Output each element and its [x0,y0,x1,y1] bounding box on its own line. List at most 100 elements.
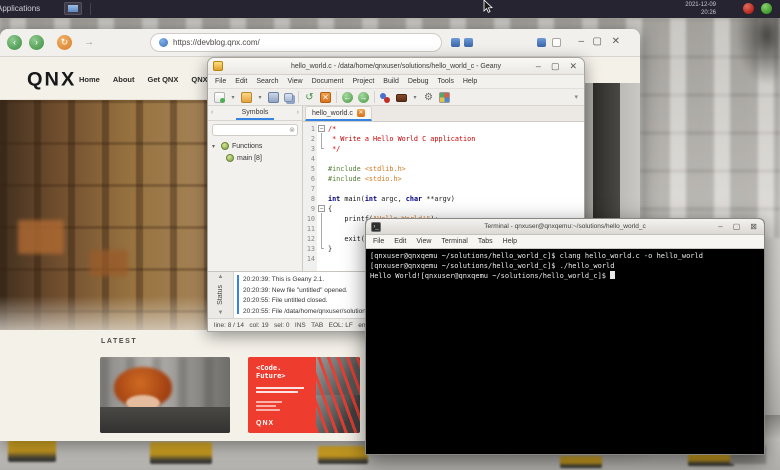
browser-forward-button[interactable]: › [29,35,44,50]
nav-forward-icon[interactable]: → [358,91,369,103]
new-file-icon[interactable] [214,91,225,103]
code-line: int main(int argc, char **argv) [328,195,455,203]
menu-tools[interactable]: Tools [438,78,454,85]
terminal-close-button[interactable]: ⊠ [750,222,757,231]
build-icon[interactable] [396,94,407,102]
color-chooser-icon[interactable] [439,91,450,103]
editor-tab-hello-world[interactable]: hello_world.c ✕ [305,106,372,121]
code-line: * Write a Hello World C application [328,135,476,143]
open-file-icon[interactable] [241,91,252,103]
code-line: #include <stdio.h> [328,175,402,183]
terminal-titlebar[interactable]: ›_ Terminal - qnxuser@qnxqemu:~/solution… [366,219,764,235]
browser-home-icon[interactable]: → [84,37,94,49]
menu-help[interactable]: Help [463,78,477,85]
menu-search[interactable]: Search [256,78,278,85]
tree-item-main[interactable]: main [8] [208,152,302,164]
browser-minimize-button[interactable]: – [578,35,584,49]
nav-about[interactable]: About [113,75,135,84]
browser-maximize-button[interactable]: ▢ [593,35,602,49]
toolbar-overflow-icon[interactable]: ▾ [574,93,578,101]
geany-titlebar[interactable]: hello_world.c - /data/home/qnxuser/solut… [208,58,584,75]
browser-address-bar[interactable]: https://devblog.qnx.com/ [150,33,442,52]
browser-back-button[interactable]: ‹ [7,35,22,50]
qnx-logo[interactable]: QNX [27,70,76,92]
geany-title: hello_world.c - /data/home/qnxuser/solut… [290,62,502,70]
fold-toggle-icon[interactable]: − [318,205,325,212]
power-icon[interactable] [761,3,772,14]
nav-get-qnx[interactable]: Get QNX [148,75,179,84]
clock[interactable]: 2021-12-09 20:26 [685,1,716,17]
url-text[interactable]: https://devblog.qnx.com/ [173,38,260,47]
site-favicon-icon [159,38,168,47]
tmenu-edit[interactable]: Edit [394,238,406,245]
browser-toolbar[interactable]: ‹ › ↻ → https://devblog.qnx.com/ – ▢ ✕ [0,29,640,57]
panel-scroll-up-icon[interactable]: ▲ [218,274,224,280]
terminal-menubar: File Edit View Terminal Tabs Help [366,235,764,249]
wallpaper-machine [318,446,368,464]
symbols-tree: ▾ Functions main [8] [208,138,302,164]
geany-minimize-button[interactable]: – [536,61,541,71]
panel-scroll-down-icon[interactable]: ▼ [218,310,224,316]
extensions-icon[interactable] [537,38,546,47]
menu-debug[interactable]: Debug [408,78,429,85]
tmenu-file[interactable]: File [373,238,384,245]
fold-toggle-icon[interactable]: − [318,125,325,132]
new-file-dropdown[interactable]: ▾ [230,94,236,101]
tmenu-tabs[interactable]: Tabs [478,238,493,245]
sidebar-tab-scroll-left-icon[interactable]: ‹ [211,109,213,116]
revert-icon[interactable]: ↺ [304,92,315,103]
compile-icon[interactable] [380,92,391,103]
terminal-title: Terminal - qnxuser@qnxqemu:~/solutions/h… [484,223,646,230]
geany-sidebar: ‹ Symbols › ⊗ ▾ Functions main [8] [208,106,303,271]
window-list-icon[interactable] [64,2,82,15]
browser-close-button[interactable]: ✕ [612,35,620,49]
browser-menu-icon[interactable] [552,38,561,47]
code-line: */ [328,145,341,153]
geany-app-icon [213,61,223,71]
tmenu-terminal[interactable]: Terminal [441,238,467,245]
close-file-icon[interactable]: ✕ [320,91,331,103]
geany-close-button[interactable]: ✕ [569,61,577,72]
applications-menu[interactable]: Applications [0,4,40,13]
terminal-maximize-button[interactable]: ▢ [733,222,741,231]
save-icon[interactable] [268,91,279,103]
execute-icon[interactable]: ⚙ [423,92,434,103]
open-file-dropdown[interactable]: ▾ [257,94,263,101]
tmenu-view[interactable]: View [416,238,431,245]
geany-menubar: File Edit Search View Document Project B… [208,75,584,88]
menu-edit[interactable]: Edit [235,78,247,85]
nav-home[interactable]: Home [79,75,100,84]
sidebar-tab-symbols[interactable]: Symbols [235,106,275,120]
nav-back-icon[interactable]: ← [342,91,353,103]
terminal-output[interactable]: [qnxuser@qnxqemu ~/solutions/hello_world… [366,249,764,454]
wallpaper-machine [8,438,56,462]
sidebar-tab-scroll-right-icon[interactable]: › [297,109,299,116]
menu-document[interactable]: Document [312,78,344,85]
tab-close-icon[interactable]: ✕ [356,109,365,117]
menu-view[interactable]: View [288,78,303,85]
logout-icon[interactable] [743,3,754,14]
geany-maximize-button[interactable]: ▢ [551,61,560,72]
browser-reload-button[interactable]: ↻ [57,35,72,50]
tree-item-functions[interactable]: ▾ Functions [208,140,302,152]
panel-tab-status[interactable]: Status [217,285,224,305]
build-dropdown[interactable]: ▾ [412,94,418,101]
search-clear-icon[interactable]: ⊗ [289,126,295,135]
save-all-icon[interactable] [284,92,293,102]
menu-file[interactable]: File [215,78,226,85]
functions-group-icon [221,142,229,150]
terminal-minimize-button[interactable]: – [718,222,722,231]
bookmark-icon[interactable] [451,38,460,47]
article-card-photo[interactable] [100,357,230,433]
latest-heading: LATEST [101,338,138,345]
tmenu-help[interactable]: Help [503,238,517,245]
menu-build[interactable]: Build [383,78,399,85]
menu-project[interactable]: Project [352,78,374,85]
symbol-search-input[interactable]: ⊗ [212,124,298,136]
article-card-code-future[interactable]: <Code. Future> QNX [248,357,360,433]
expander-icon[interactable]: ▾ [212,143,218,150]
fold-margin: − − [317,122,326,271]
downloads-icon[interactable] [464,38,473,47]
